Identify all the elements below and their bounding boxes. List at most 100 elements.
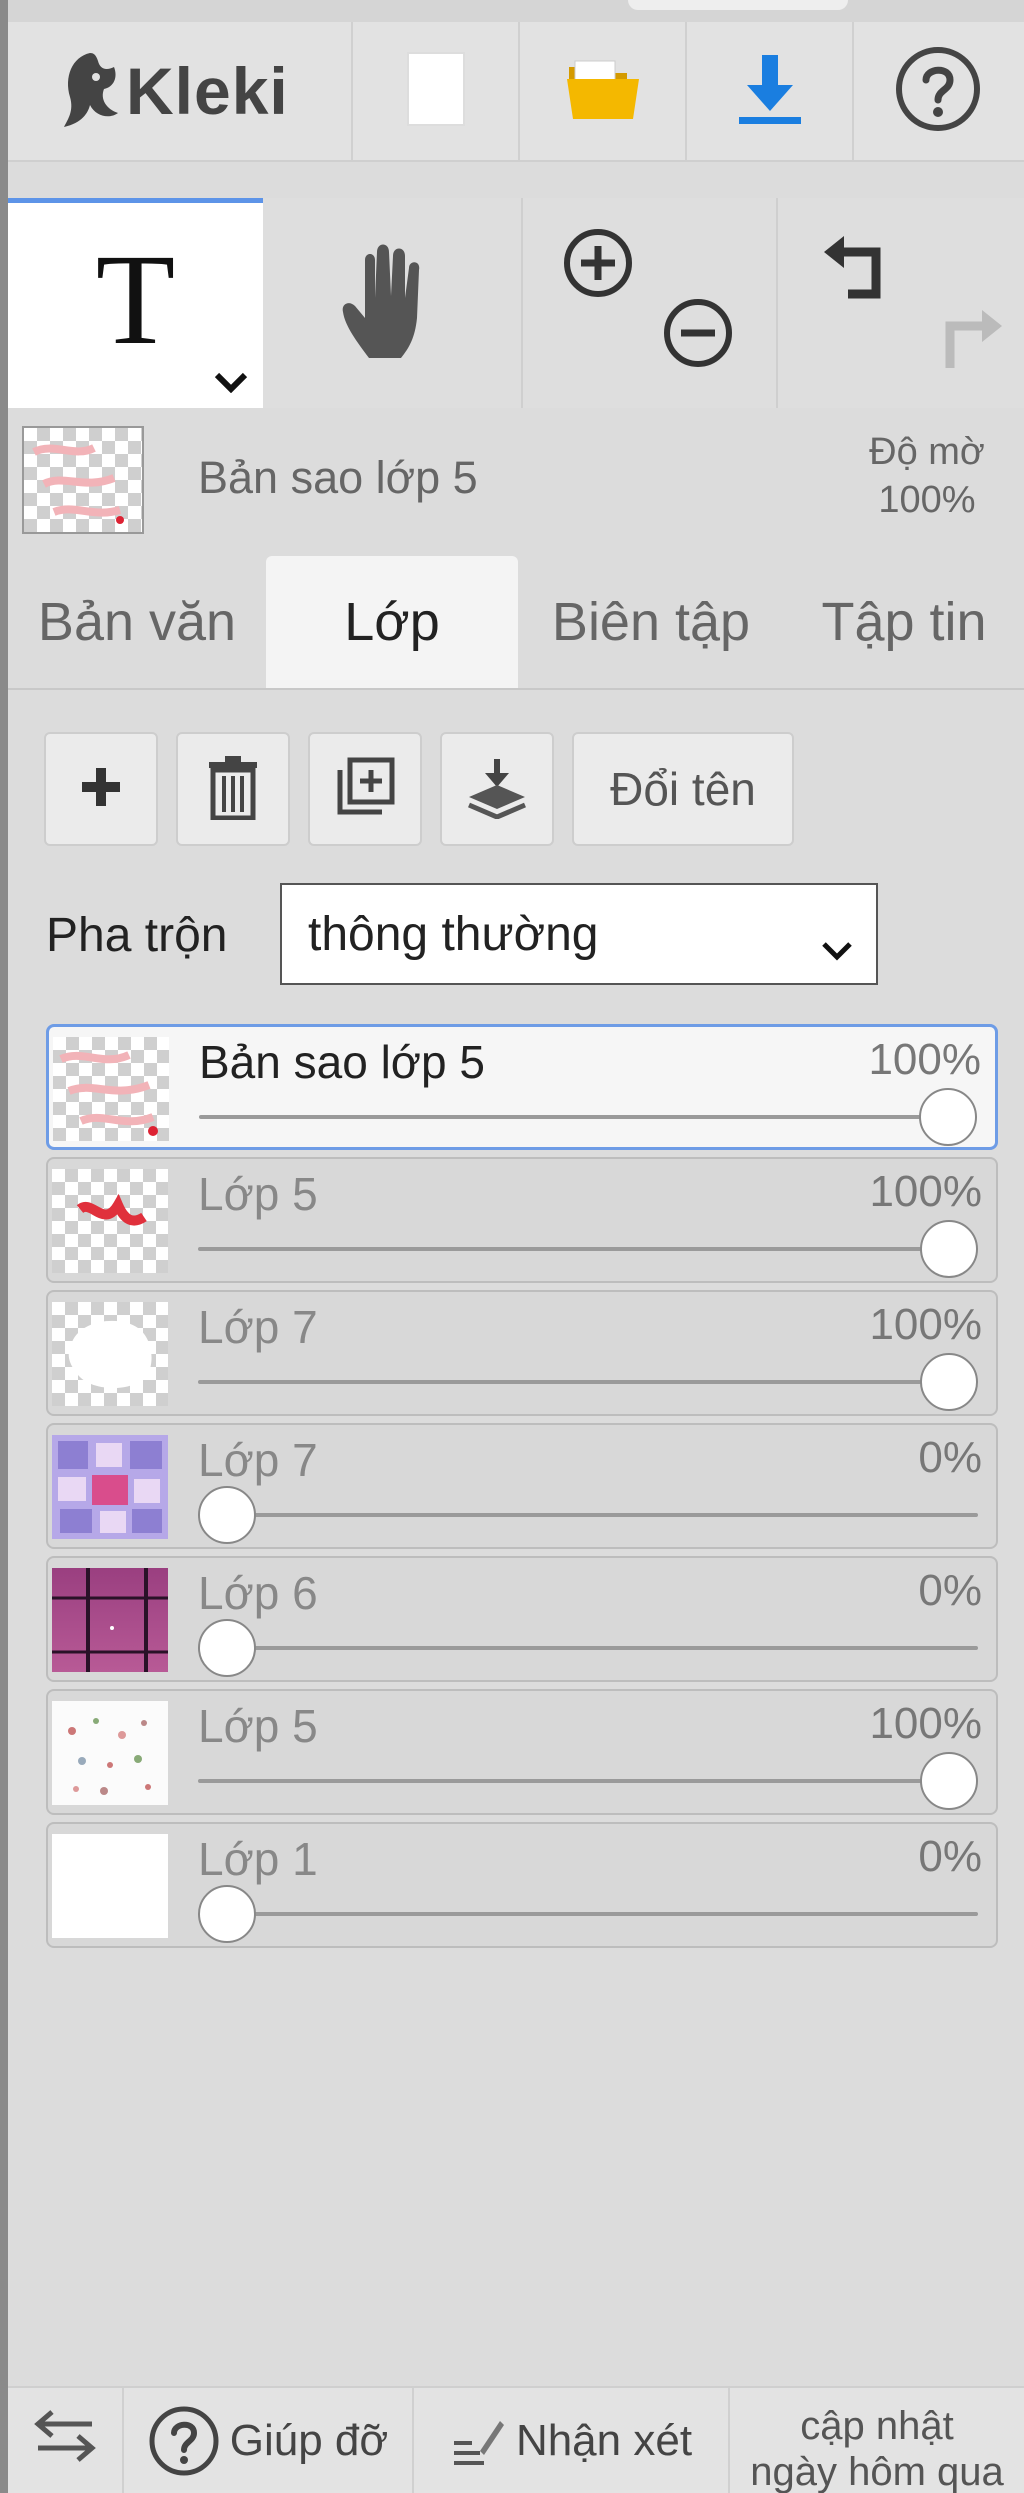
slider-knob[interactable] (920, 1353, 978, 1411)
merge-down-icon (465, 755, 529, 824)
plus-icon (78, 764, 124, 815)
opacity-value: 100% (878, 479, 976, 521)
kleki-logo[interactable]: Kleki (8, 22, 353, 160)
tool-row: T (8, 198, 1024, 408)
current-layer-opacity: Độ mờ 100% (852, 428, 1002, 524)
zoom-out-icon[interactable] (663, 298, 733, 373)
feedback-icon (450, 2413, 506, 2469)
layer-actions: Đổi tên (44, 732, 794, 846)
layer-preview-row: Bản sao lớp 5 Độ mờ 100% (8, 412, 1024, 552)
top-toolbar: Kleki (8, 22, 1024, 162)
layer-opacity-slider[interactable] (198, 1885, 978, 1943)
slider-knob[interactable] (198, 1885, 256, 1943)
new-image-button[interactable] (353, 22, 520, 160)
help-link[interactable]: Giúp đỡ (124, 2388, 414, 2493)
layer-thumbnail (52, 1302, 168, 1406)
tab-edit[interactable]: Biên tập (518, 556, 784, 688)
window-edge (0, 0, 8, 2493)
footer-bar: Giúp đỡ Nhận xét cập nhật ngày hôm qua (8, 2386, 1024, 2493)
current-layer-name: Bản sao lớp 5 (198, 452, 478, 503)
layer-opacity-value: 0% (918, 1433, 982, 1482)
merge-down-button[interactable] (440, 732, 554, 846)
undo-icon[interactable] (818, 230, 898, 311)
zoom-controls (523, 198, 778, 408)
layer-name: Lớp 5 (198, 1700, 318, 1752)
layer-name: Lớp 7 (198, 1434, 318, 1486)
open-image-button[interactable] (520, 22, 687, 160)
kleki-logo-icon (60, 47, 122, 136)
changelog-link[interactable]: cập nhật ngày hôm qua (730, 2388, 1024, 2493)
layer-item[interactable]: Lớp 6 0% (46, 1556, 998, 1682)
layer-opacity-slider[interactable] (198, 1220, 978, 1278)
layer-opacity-slider[interactable] (199, 1088, 977, 1146)
download-icon (735, 51, 805, 132)
swap-ui-side-button[interactable] (8, 2388, 124, 2493)
zoom-in-icon[interactable] (563, 228, 633, 303)
layer-name: Bản sao lớp 5 (199, 1036, 485, 1088)
tab-layers[interactable]: Lớp (266, 556, 518, 688)
opacity-label: Độ mờ (869, 431, 985, 473)
layer-opacity-value: 0% (918, 1566, 982, 1615)
layer-opacity-value: 100% (869, 1167, 982, 1216)
hand-tool-button[interactable] (263, 198, 523, 408)
layers-list: Bản sao lớp 5 100% Lớp 5 100% Lớp 7 100% (46, 1024, 998, 1955)
text-tool-icon: T (95, 227, 176, 372)
blend-mode-row: Pha trộn thông thường (46, 883, 878, 987)
layer-opacity-value: 100% (868, 1035, 981, 1084)
chevron-down-icon[interactable] (213, 371, 249, 398)
history-controls (778, 198, 1024, 408)
layer-opacity-value: 0% (918, 1832, 982, 1881)
duplicate-icon (334, 756, 396, 823)
layer-item[interactable]: Lớp 5 100% (46, 1157, 998, 1283)
slider-knob[interactable] (198, 1619, 256, 1677)
layer-item[interactable]: Lớp 7 0% (46, 1423, 998, 1549)
layer-opacity-slider[interactable] (198, 1752, 978, 1810)
duplicate-layer-button[interactable] (308, 732, 422, 846)
feedback-link[interactable]: Nhận xét (414, 2388, 730, 2493)
layer-opacity-slider[interactable] (198, 1619, 978, 1677)
blend-mode-label: Pha trộn (46, 908, 228, 962)
layer-opacity-value: 100% (869, 1300, 982, 1349)
layer-thumbnail (52, 1834, 168, 1938)
redo-icon[interactable] (928, 304, 1008, 385)
save-image-button[interactable] (687, 22, 854, 160)
layer-opacity-slider[interactable] (198, 1486, 978, 1544)
tab-file[interactable]: Tập tin (784, 556, 1024, 688)
layer-thumbnail (52, 1435, 168, 1539)
layer-thumbnail (53, 1037, 169, 1141)
layer-name: Lớp 1 (198, 1833, 318, 1885)
layer-opacity-value: 100% (869, 1699, 982, 1748)
layer-opacity-slider[interactable] (198, 1353, 978, 1411)
help-icon (148, 2405, 220, 2477)
layer-thumbnail (52, 1701, 168, 1805)
blend-mode-value: thông thường (308, 907, 599, 961)
text-tool-button[interactable]: T (8, 198, 263, 408)
hand-icon (339, 238, 445, 369)
chevron-down-icon (820, 919, 854, 974)
tab-text[interactable]: Bản văn (8, 556, 266, 688)
slider-knob[interactable] (920, 1220, 978, 1278)
slider-knob[interactable] (919, 1088, 977, 1146)
blend-mode-select[interactable]: thông thường (280, 883, 878, 985)
slider-knob[interactable] (920, 1752, 978, 1810)
layer-item[interactable]: Lớp 7 100% (46, 1290, 998, 1416)
new-page-icon (406, 51, 466, 132)
layer-item[interactable]: Bản sao lớp 5 100% (46, 1024, 998, 1150)
add-layer-button[interactable] (44, 732, 158, 846)
help-button[interactable] (854, 22, 1021, 160)
top-strip (8, 0, 1024, 22)
slider-knob[interactable] (198, 1486, 256, 1544)
feedback-label: Nhận xét (515, 2415, 693, 2465)
folder-icon (565, 57, 641, 126)
layer-item[interactable]: Lớp 5 100% (46, 1689, 998, 1815)
delete-layer-button[interactable] (176, 732, 290, 846)
swap-icon (32, 2406, 98, 2475)
rename-layer-button[interactable]: Đổi tên (572, 732, 794, 846)
layer-name: Lớp 5 (198, 1168, 318, 1220)
help-label: Giúp đỡ (229, 2415, 389, 2465)
trash-icon (207, 754, 259, 825)
layer-thumbnail (52, 1169, 168, 1273)
layer-name: Lớp 6 (198, 1567, 318, 1619)
update-line-2: ngày hôm qua (750, 2449, 1004, 2493)
layer-item[interactable]: Lớp 1 0% (46, 1822, 998, 1948)
